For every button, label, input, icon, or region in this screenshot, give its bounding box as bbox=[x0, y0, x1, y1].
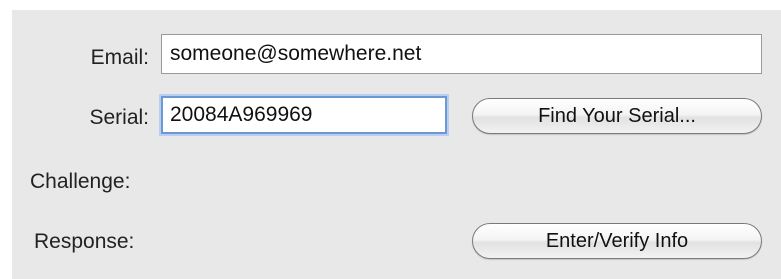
email-field[interactable]: someone@somewhere.net bbox=[161, 34, 762, 74]
find-your-serial-button[interactable]: Find Your Serial... bbox=[472, 98, 762, 134]
enter-verify-info-button[interactable]: Enter/Verify Info bbox=[472, 223, 762, 259]
email-label: Email: bbox=[90, 46, 149, 69]
challenge-label: Challenge: bbox=[30, 170, 131, 193]
registration-panel: Email: someone@somewhere.net Serial: 200… bbox=[12, 10, 781, 279]
response-label: Response: bbox=[34, 230, 135, 253]
serial-field[interactable]: 20084A969969 bbox=[161, 96, 447, 134]
serial-label: Serial: bbox=[89, 106, 149, 129]
